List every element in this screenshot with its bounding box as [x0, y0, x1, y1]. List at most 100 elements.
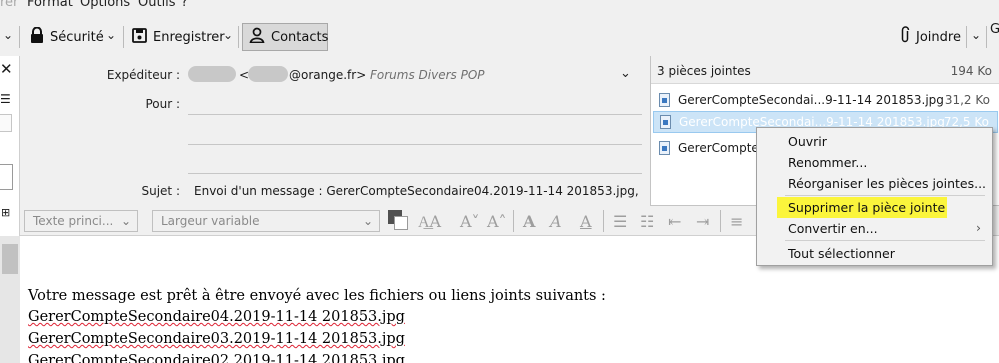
indent-icon[interactable]: ⇥	[696, 212, 709, 231]
bold-icon[interactable]: A	[523, 212, 535, 231]
attach-button[interactable]: Joindre	[900, 24, 961, 50]
menu-item-remove-attachment[interactable]: Supprimer la pièce jointe	[777, 197, 947, 218]
close-icon[interactable]: ✕	[0, 60, 13, 78]
recipient-field-2[interactable]	[188, 144, 642, 145]
chevron-down-icon[interactable]: ⌄	[3, 28, 13, 42]
paragraph-style-select[interactable]: Texte princi... ⌄	[24, 210, 138, 232]
attachment-name: GererCompteSecondai...9-11-14 201853.jpg	[678, 93, 944, 107]
italic-icon[interactable]: A	[550, 212, 562, 231]
menu-item-partial[interactable]: rer	[0, 0, 18, 10]
paperclip-icon	[900, 26, 910, 48]
security-button-label: Sécurité	[50, 29, 104, 45]
attachments-count: 3 pièces jointes	[657, 64, 751, 78]
save-icon	[132, 27, 147, 47]
menu-item-options[interactable]: Options	[80, 0, 130, 10]
to-label: Pour :	[145, 97, 180, 111]
menu-item-format[interactable]: Format	[27, 0, 73, 10]
contact-person-icon	[249, 27, 265, 47]
address-book-icon[interactable]: ⊞	[1, 206, 10, 219]
toolbar-separator	[966, 26, 967, 48]
align-icon[interactable]: ≡	[730, 212, 743, 231]
contacts-button[interactable]: Contacts	[242, 23, 328, 51]
subject-label: Sujet :	[141, 184, 180, 198]
increase-font-icon[interactable]: A˄	[487, 212, 507, 231]
menu-item-select-all-label: Tout sélectionner	[788, 246, 895, 261]
font-select[interactable]: Largeur variable ⌄	[152, 210, 380, 232]
attachment-size: 31,2 Ko	[944, 93, 990, 107]
chevron-down-icon[interactable]: ⌄	[620, 66, 631, 81]
contacts-button-label: Contacts	[271, 29, 329, 45]
security-menu-chevron-icon[interactable]: ⌄	[106, 28, 116, 42]
menu-item-rename-label: Renommer...	[788, 155, 868, 170]
underline-icon[interactable]: A	[580, 212, 592, 231]
format-separator	[720, 210, 721, 232]
menu-lines-icon[interactable]: ☰	[0, 92, 11, 106]
scrollbar-thumb[interactable]	[2, 244, 18, 274]
outdent-icon[interactable]: ⇤	[668, 212, 681, 231]
paragraph-style-value: Texte princi...	[33, 214, 114, 228]
chevron-right-icon: ›	[976, 220, 981, 235]
numbered-list-icon[interactable]: ☷	[640, 212, 654, 231]
from-label: Expéditeur :	[106, 68, 180, 82]
save-button[interactable]: Enregistrer	[132, 24, 225, 50]
toolbar-partial-label: G	[990, 22, 999, 37]
background-color-icon[interactable]	[394, 216, 408, 230]
attachment-context-menu: Ouvrir Renommer... Réorganiser les pièce…	[756, 127, 993, 266]
redacted-name	[188, 66, 236, 82]
attachment-item[interactable]: GererCompteSecondai...9-11-14 201853.jpg…	[653, 89, 998, 111]
attachments-header[interactable]: 3 pièces jointes 194 Ko	[651, 56, 999, 84]
toolbar-separator	[123, 26, 124, 48]
menu-item-reorder-label: Réorganiser les pièces jointes...	[788, 176, 987, 191]
chevron-down-icon: ⌄	[120, 214, 131, 228]
recipient-field-3[interactable]	[188, 173, 642, 174]
toolbar-separator	[986, 26, 987, 48]
menu-item-open[interactable]: Ouvrir	[758, 131, 991, 152]
menu-item-convert-label: Convertir en...	[788, 221, 878, 236]
menu-item-select-all[interactable]: Tout sélectionner	[758, 243, 991, 264]
body-line: GererCompteSecondaire02.2019-11-14 20185…	[28, 353, 405, 363]
message-header: Expéditeur : < @orange.fr> Forums Divers…	[20, 56, 650, 206]
menu-item-tools[interactable]: Outils	[138, 0, 176, 10]
menu-item-rename[interactable]: Renommer...	[758, 152, 991, 173]
menu-item-help[interactable]: ?	[181, 0, 188, 10]
menu-item-open-label: Ouvrir	[788, 134, 827, 149]
subject-input[interactable]: Envoi d'un message : GererCompteSecondai…	[188, 178, 642, 202]
subject-value: Envoi d'un message : GererCompteSecondai…	[194, 184, 642, 198]
attach-button-label: Joindre	[916, 29, 961, 45]
redacted-email-user	[248, 66, 288, 82]
body-line: GererCompteSecondaire04.2019-11-14 20185…	[28, 309, 405, 325]
recipient-field-1[interactable]	[188, 114, 642, 115]
lock-icon	[30, 26, 44, 47]
attachment-name: GererCompte	[678, 141, 759, 155]
image-file-icon	[659, 93, 670, 107]
save-button-label: Enregistrer	[153, 29, 225, 45]
menu-item-convert[interactable]: Convertir en... ›	[758, 218, 991, 239]
attach-menu-chevron-icon[interactable]: ⌄	[971, 28, 981, 42]
bullet-list-icon[interactable]: ☰	[613, 212, 627, 231]
toolbar-separator	[238, 26, 239, 48]
menu-bar: rer Format Options Outils ?	[0, 0, 999, 14]
security-button[interactable]: Sécurité	[30, 24, 104, 50]
sidebar-dropdown[interactable]	[0, 114, 12, 132]
from-email: @orange.fr>	[289, 68, 367, 82]
format-separator	[513, 210, 514, 232]
format-separator	[603, 210, 604, 232]
from-selector[interactable]: < @orange.fr> Forums Divers POP ⌄	[188, 62, 638, 86]
body-line: Votre message est prêt à être envoyé ave…	[28, 288, 606, 304]
font-value: Largeur variable	[161, 214, 260, 228]
font-size-icon[interactable]: A͟A	[418, 212, 441, 232]
menu-item-reorder[interactable]: Réorganiser les pièces jointes...	[758, 173, 991, 194]
toolbar-separator	[19, 26, 20, 48]
menu-separator	[785, 195, 985, 196]
compose-toolbar: ⌄ Sécurité ⌄ Enregistrer ⌄ Contacts Join…	[0, 14, 999, 56]
menu-item-remove-label: Supprimer la pièce jointe	[788, 200, 946, 215]
sidebar-search-input[interactable]	[0, 164, 13, 190]
from-account: Forums Divers POP	[370, 68, 485, 82]
image-file-icon	[659, 141, 670, 155]
save-menu-chevron-icon[interactable]: ⌄	[223, 28, 233, 42]
attachments-total-size: 194 Ko	[950, 64, 992, 78]
menu-separator	[785, 240, 985, 241]
body-line: GererCompteSecondaire03.2019-11-14 20185…	[28, 331, 405, 347]
image-file-icon	[660, 115, 671, 129]
decrease-font-icon[interactable]: A˅	[460, 212, 480, 231]
